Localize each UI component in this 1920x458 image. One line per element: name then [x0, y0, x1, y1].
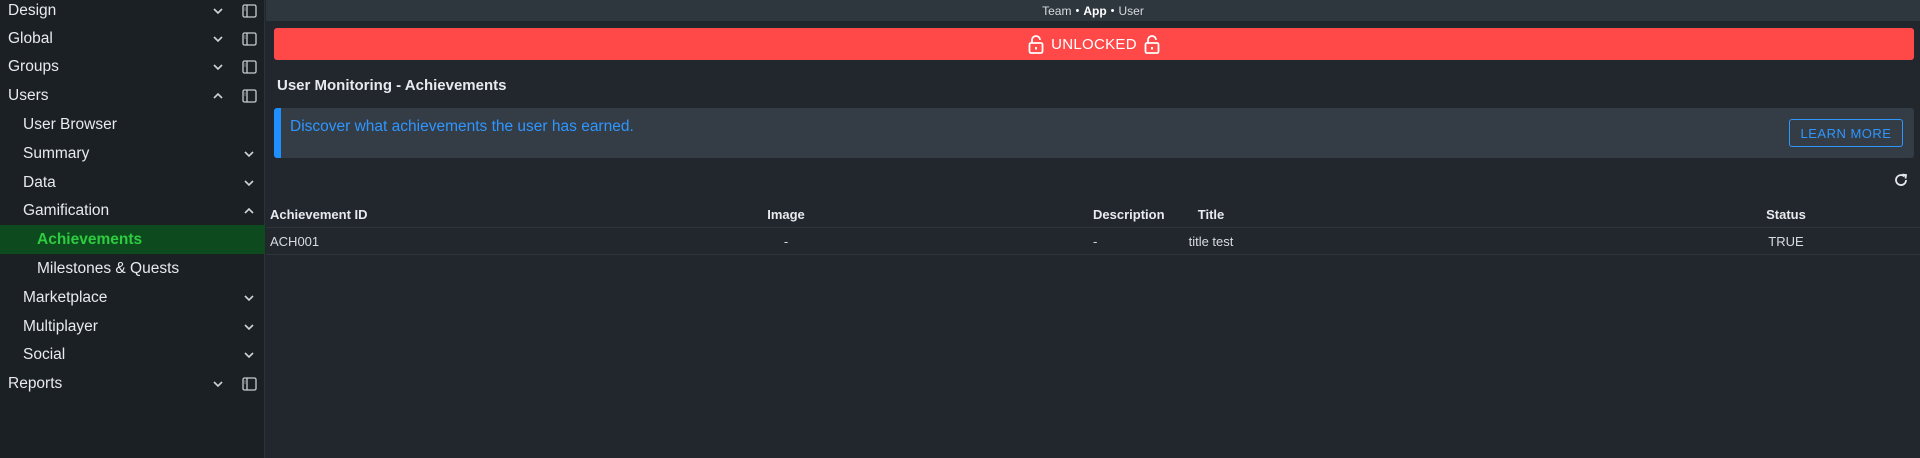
- chevron-up-icon[interactable]: [211, 89, 225, 103]
- panel-icon[interactable]: [242, 59, 257, 74]
- sidebar-item-label: Data: [23, 173, 56, 191]
- sidebar: Design Global Groups Users User Browser …: [0, 0, 265, 458]
- sidebar-item-label: Groups: [8, 57, 59, 75]
- sidebar-item-label: Users: [8, 86, 49, 104]
- info-callout: Discover what achievements the user has …: [274, 108, 1914, 158]
- sidebar-item-label: Social: [23, 345, 66, 363]
- sidebar-item-data[interactable]: Data: [0, 168, 265, 197]
- achievements-table: Achievement ID Image Title Description S…: [266, 201, 1920, 255]
- sidebar-item-label: Gamification: [23, 201, 110, 219]
- unlock-icon: [1143, 34, 1161, 54]
- chevron-down-icon[interactable]: [211, 4, 225, 18]
- chevron-down-icon[interactable]: [211, 60, 225, 74]
- sidebar-item-marketplace[interactable]: Marketplace: [0, 283, 265, 312]
- breadcrumb: Team • App • User: [266, 0, 1920, 21]
- panel-icon[interactable]: [242, 3, 257, 18]
- chevron-down-icon[interactable]: [242, 291, 256, 305]
- sidebar-item-label: Multiplayer: [23, 317, 98, 335]
- breadcrumb-separator: •: [1110, 4, 1115, 17]
- panel-icon[interactable]: [242, 31, 257, 46]
- cell-description: -: [1093, 234, 1098, 249]
- sidebar-item-user-browser[interactable]: User Browser: [0, 110, 265, 139]
- sidebar-item-label: Global: [8, 29, 53, 47]
- learn-more-button[interactable]: LEARN MORE: [1789, 119, 1903, 147]
- app-window: Design Global Groups Users User Browser …: [0, 0, 1920, 458]
- chevron-down-icon[interactable]: [242, 147, 256, 161]
- sidebar-item-social[interactable]: Social: [0, 340, 265, 369]
- column-header-image[interactable]: Image: [746, 207, 826, 222]
- chevron-down-icon[interactable]: [211, 32, 225, 46]
- chevron-down-icon[interactable]: [242, 348, 256, 362]
- sidebar-item-design[interactable]: Design: [0, 0, 265, 25]
- panel-icon[interactable]: [242, 88, 257, 103]
- breadcrumb-app[interactable]: App: [1083, 4, 1106, 18]
- breadcrumb-user[interactable]: User: [1119, 4, 1144, 18]
- cell-title: title test: [1188, 234, 1234, 249]
- cell-image: -: [783, 234, 789, 249]
- banner-label: UNLOCKED: [1051, 35, 1137, 53]
- unlocked-banner[interactable]: UNLOCKED: [274, 28, 1914, 60]
- sidebar-item-users[interactable]: Users: [0, 81, 265, 110]
- column-header-title[interactable]: Title: [1146, 207, 1276, 222]
- column-header-achievement-id[interactable]: Achievement ID: [270, 207, 368, 222]
- chevron-up-icon[interactable]: [242, 204, 256, 218]
- sidebar-item-reports[interactable]: Reports: [0, 369, 265, 398]
- cell-achievement-id: ACH001: [270, 234, 320, 249]
- sidebar-item-groups[interactable]: Groups: [0, 52, 265, 81]
- table-row[interactable]: ACH001 - title test - TRUE: [266, 228, 1920, 255]
- sidebar-item-label: User Browser: [23, 115, 117, 133]
- chevron-down-icon[interactable]: [242, 176, 256, 190]
- sidebar-item-gamification[interactable]: Gamification: [0, 196, 265, 225]
- refresh-icon[interactable]: [1893, 172, 1909, 188]
- sidebar-item-multiplayer[interactable]: Multiplayer: [0, 312, 265, 341]
- main-content: Team • App • User UNLOCKED User Monitori…: [266, 0, 1920, 458]
- page-title: User Monitoring - Achievements: [277, 77, 507, 94]
- sidebar-item-summary[interactable]: Summary: [0, 139, 265, 168]
- column-header-status[interactable]: Status: [1746, 207, 1826, 222]
- breadcrumb-separator: •: [1075, 4, 1080, 17]
- sidebar-item-label: Milestones & Quests: [37, 259, 180, 277]
- sidebar-item-achievements[interactable]: Achievements: [0, 225, 265, 254]
- sidebar-item-global[interactable]: Global: [0, 24, 265, 53]
- sidebar-item-milestones-quests[interactable]: Milestones & Quests: [0, 254, 265, 283]
- sidebar-item-label: Marketplace: [23, 288, 108, 306]
- sidebar-item-label: Reports: [8, 374, 63, 392]
- sidebar-item-label: Design: [8, 1, 57, 19]
- unlock-icon: [1027, 34, 1045, 54]
- column-header-description[interactable]: Description: [1093, 207, 1165, 222]
- chevron-down-icon[interactable]: [211, 377, 225, 391]
- sidebar-item-label: Achievements: [37, 230, 143, 248]
- table-header: Achievement ID Image Title Description S…: [266, 201, 1920, 228]
- breadcrumb-team[interactable]: Team: [1042, 4, 1071, 18]
- info-text: Discover what achievements the user has …: [290, 118, 634, 135]
- panel-icon[interactable]: [242, 376, 257, 391]
- sidebar-item-label: Summary: [23, 144, 90, 162]
- cell-status: TRUE: [1768, 234, 1804, 249]
- chevron-down-icon[interactable]: [242, 320, 256, 334]
